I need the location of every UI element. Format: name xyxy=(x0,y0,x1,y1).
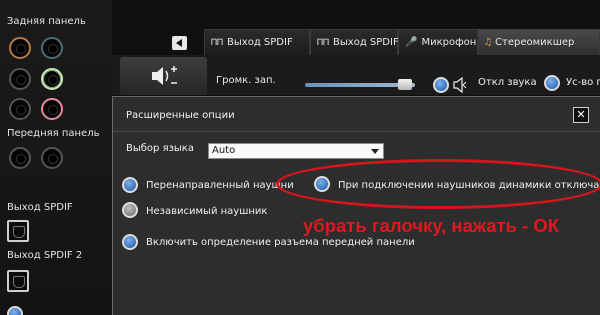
close-button[interactable]: ✕ xyxy=(573,107,589,123)
front-jack-2[interactable] xyxy=(41,147,63,169)
mute-label: Откл звука xyxy=(478,77,537,88)
rear-jack-1[interactable] xyxy=(9,37,31,59)
amp-radio[interactable] xyxy=(544,75,560,91)
redirected-headphone-radio[interactable] xyxy=(122,177,138,193)
amp-label: Ус-во п xyxy=(566,77,600,88)
rear-jack-4[interactable] xyxy=(41,68,63,90)
annotation-text: убрать галочку, нажать - ОК xyxy=(303,215,560,236)
spdif2-port[interactable] xyxy=(7,270,29,292)
dialog-divider xyxy=(113,131,600,132)
independent-headphone-label: Независимый наушник xyxy=(146,206,268,217)
rear-jack-2[interactable] xyxy=(41,37,63,59)
record-volume-slider-thumb[interactable] xyxy=(398,79,412,90)
spdif2-label: Выход SPDIF 2 xyxy=(7,250,83,261)
front-panel-label: Передняя панель xyxy=(7,128,100,139)
mute-speaker-icon xyxy=(453,77,467,93)
rear-jack-5[interactable] xyxy=(9,98,31,120)
independent-headphone-radio[interactable] xyxy=(122,202,138,218)
back-panel-label: Задняя панель xyxy=(7,16,86,27)
language-select-value: Auto xyxy=(212,145,236,156)
language-label: Выбор языка xyxy=(126,143,194,154)
mute-radio[interactable] xyxy=(433,77,449,93)
spdif-icon: ⊓⊓ xyxy=(317,37,330,48)
tab-stereo-mix[interactable]: ♫ Стереомикшер xyxy=(478,29,600,55)
left-panel-radio[interactable] xyxy=(7,306,23,315)
tab-spdif-out[interactable]: ⊓⊓ Выход SPDIF xyxy=(204,29,310,55)
tab-microphone[interactable]: 🎤 Микрофон xyxy=(398,29,478,55)
spdif1-label: Выход SPDIF xyxy=(7,202,73,213)
tab-spdif-out-2[interactable]: ⊓⊓ Выход SPDIF 2 xyxy=(310,29,408,55)
jack-detection-radio[interactable] xyxy=(122,234,138,250)
tab-label: Выход SPDIF xyxy=(227,37,293,48)
front-jack-1[interactable] xyxy=(9,147,31,169)
rear-jack-3[interactable] xyxy=(9,68,31,90)
tab-label: Стереомикшер xyxy=(495,37,575,48)
spdif-icon: ⊓⊓ xyxy=(211,37,224,48)
stereo-mix-icon: ♫ xyxy=(485,37,492,48)
rear-jack-6[interactable] xyxy=(41,98,63,120)
annotation-ellipse xyxy=(276,159,600,209)
speaker-config-button[interactable] xyxy=(120,57,207,95)
tab-label: Выход SPDIF 2 xyxy=(333,37,409,48)
microphone-icon: 🎤 xyxy=(405,37,418,48)
redirected-headphone-label: Перенаправленный наушни xyxy=(146,180,294,191)
dialog-title: Расширенные опции xyxy=(126,110,235,121)
speaker-plus-icon xyxy=(152,66,177,85)
tab-scroll-left-button[interactable] xyxy=(172,36,187,50)
language-select[interactable]: Auto xyxy=(208,143,384,159)
jack-detection-label: Включить определение разъема передней па… xyxy=(146,237,415,248)
chevron-down-icon xyxy=(371,149,379,154)
record-volume-label: Громк. зап. xyxy=(216,75,276,86)
tab-label: Микрофон xyxy=(421,37,477,48)
spdif1-port[interactable] xyxy=(7,220,29,242)
